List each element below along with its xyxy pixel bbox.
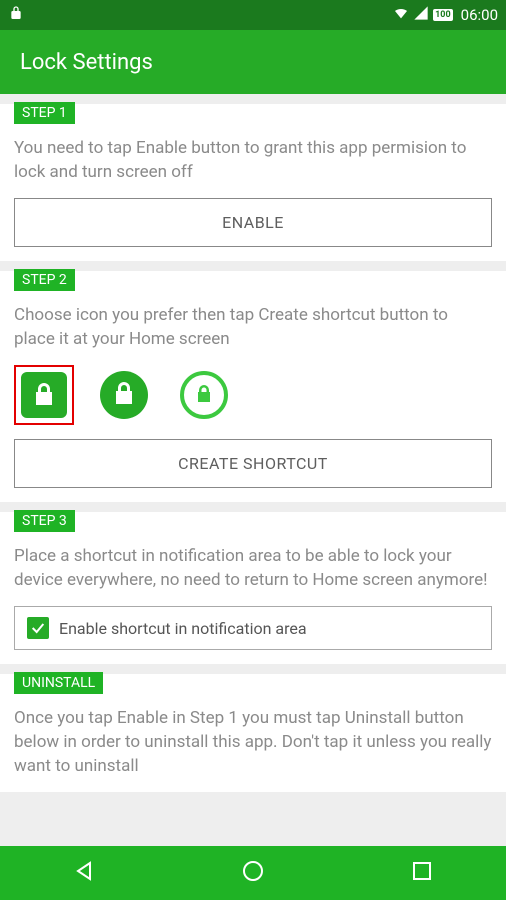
- notification-shortcut-checkbox[interactable]: Enable shortcut in notification area: [14, 606, 492, 650]
- recent-button[interactable]: [410, 859, 434, 887]
- uninstall-section: UNINSTALL Once you tap Enable in Step 1 …: [0, 674, 506, 792]
- step1-description: You need to tap Enable button to grant t…: [14, 136, 492, 184]
- app-bar: Lock Settings: [0, 30, 506, 94]
- icon-option-circle-filled[interactable]: [94, 365, 154, 425]
- step3-section: STEP 3 Place a shortcut in notification …: [0, 512, 506, 664]
- home-button[interactable]: [241, 859, 265, 887]
- checkbox-label: Enable shortcut in notification area: [59, 619, 307, 638]
- status-time: 06:00: [461, 6, 498, 24]
- uninstall-badge: UNINSTALL: [14, 672, 103, 694]
- battery-icon: 100: [433, 9, 453, 21]
- signal-icon: [413, 5, 429, 25]
- step2-section: STEP 2 Choose icon you prefer then tap C…: [0, 271, 506, 502]
- checkbox-checked-icon: [27, 617, 49, 639]
- page-title: Lock Settings: [20, 50, 153, 75]
- icon-option-circle-outline[interactable]: [174, 365, 234, 425]
- uninstall-description: Once you tap Enable in Step 1 you must t…: [14, 706, 492, 778]
- icon-option-square[interactable]: [14, 365, 74, 425]
- step2-description: Choose icon you prefer then tap Create s…: [14, 303, 492, 351]
- enable-button[interactable]: ENABLE: [14, 198, 492, 247]
- status-bar: 100 06:00: [0, 0, 506, 30]
- step3-badge: STEP 3: [14, 510, 75, 532]
- step3-description: Place a shortcut in notification area to…: [14, 544, 492, 592]
- navigation-bar: [0, 846, 506, 900]
- lock-icon: [8, 9, 24, 25]
- step1-badge: STEP 1: [14, 102, 75, 124]
- step1-section: STEP 1 You need to tap Enable button to …: [0, 104, 506, 261]
- icon-options: [14, 365, 492, 425]
- back-button[interactable]: [72, 859, 96, 887]
- wifi-icon: [393, 5, 409, 25]
- step2-badge: STEP 2: [14, 269, 75, 291]
- create-shortcut-button[interactable]: CREATE SHORTCUT: [14, 439, 492, 488]
